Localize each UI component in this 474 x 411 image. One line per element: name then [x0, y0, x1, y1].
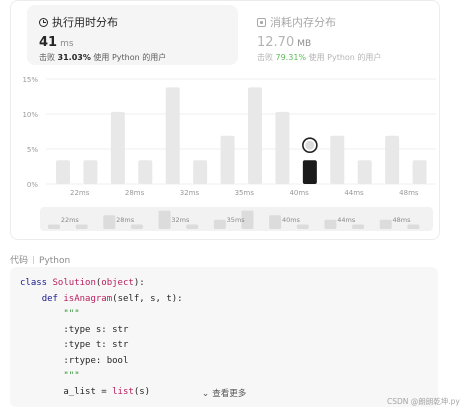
overview-tick-label: 40ms: [282, 216, 301, 224]
y-tick-label: 0%: [27, 181, 38, 189]
submission-result-panel: 执行用时分布 41 ms 击败 31.03% 使用 Python 的用户 消耗内存…: [10, 0, 440, 240]
y-tick-label: 5%: [27, 146, 38, 154]
bar: [412, 160, 427, 184]
overview-bar: [130, 224, 143, 229]
x-tick-label: 48ms: [399, 189, 419, 197]
overview-bar: [379, 219, 392, 229]
overview-bar: [103, 215, 116, 229]
x-tick-label: 28ms: [125, 189, 145, 197]
code-content: class Solution(object): def isAnagram(se…: [20, 278, 183, 397]
overview-bar: [48, 224, 60, 229]
overview-bar: [407, 224, 420, 229]
bar: [83, 160, 98, 184]
bar: [220, 135, 235, 184]
overview-bar: [213, 219, 226, 229]
code-label: 代码: [10, 256, 29, 266]
x-tick-label: 44ms: [344, 189, 364, 197]
x-tick-label: 22ms: [70, 189, 90, 197]
overview-bar: [324, 219, 337, 229]
code-language: Python: [39, 256, 71, 266]
watermark: CSDN @朗朗乾坤.py: [387, 397, 460, 406]
code-block[interactable]: class Solution(object): def isAnagram(se…: [10, 267, 438, 407]
current-marker-inner: [305, 140, 315, 150]
divider: [33, 256, 35, 264]
bar: [193, 160, 208, 184]
bar: [165, 87, 180, 184]
x-tick-label: 35ms: [235, 189, 255, 197]
overview-bar: [269, 215, 282, 229]
overview-tick-label: 48ms: [393, 216, 412, 224]
overview-tick-label: 44ms: [337, 216, 356, 224]
bar: [138, 160, 153, 184]
bar: [110, 111, 125, 184]
highlighted-bar: [302, 160, 317, 184]
x-tick-label: 40ms: [289, 189, 309, 197]
bar: [56, 160, 70, 184]
overview-tick-label: 35ms: [227, 216, 246, 224]
bar: [275, 111, 290, 184]
code-section-header: 代码 Python: [10, 253, 70, 266]
overview-tick-label: 28ms: [116, 216, 135, 224]
overview-bar: [158, 210, 171, 229]
overview-bar: [296, 224, 309, 229]
see-more-button[interactable]: ⌄ 查看更多: [10, 387, 438, 399]
bar: [385, 135, 400, 184]
y-tick-label: 15%: [22, 76, 38, 84]
overview-tick-label: 32ms: [171, 216, 190, 224]
see-more-label: 查看更多: [212, 389, 247, 399]
overview-bar: [75, 224, 88, 229]
y-tick-label: 10%: [22, 111, 38, 119]
overview-bar: [352, 224, 365, 229]
chevron-down-icon: ⌄: [201, 389, 210, 399]
bar: [357, 160, 372, 184]
bar: [248, 87, 262, 184]
overview-tick-label: 22ms: [61, 216, 80, 224]
bar: [330, 135, 345, 184]
x-tick-label: 32ms: [180, 189, 200, 197]
runtime-distribution-chart[interactable]: 0% 5% 10% 15% 22ms 28ms 32ms 35ms 40ms 44ms 48ms 22…: [11, 1, 439, 239]
overview-bar: [186, 224, 199, 229]
